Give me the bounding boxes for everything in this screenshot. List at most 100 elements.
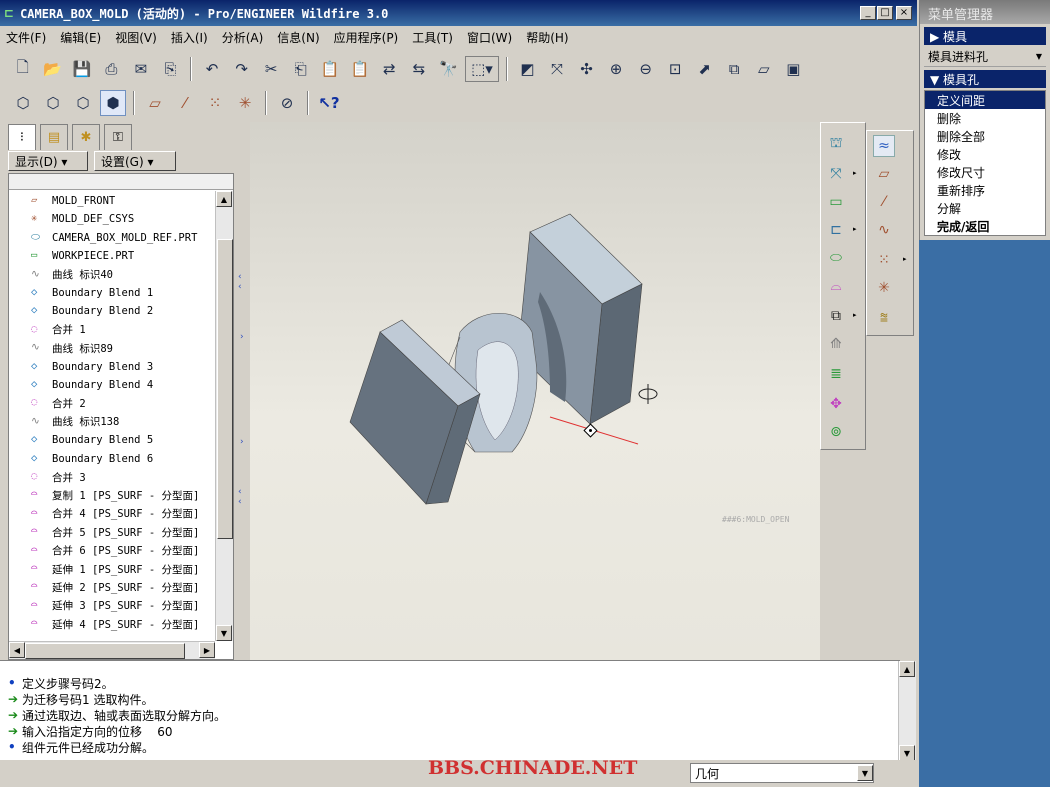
regenerate-icon[interactable]: ⇄ xyxy=(377,56,403,82)
menu-window[interactable]: 窗口(W) xyxy=(467,29,512,46)
menu-edit[interactable]: 编辑(E) xyxy=(60,29,101,46)
mold-check-icon[interactable]: ⊚ xyxy=(825,421,847,443)
annotations-icon[interactable]: ⊘ xyxy=(274,90,300,116)
collapse-arrows-icon[interactable]: ‹ ‹ xyxy=(238,487,242,507)
copy-icon[interactable]: ⎗ xyxy=(288,56,314,82)
selection-filter[interactable]: 几何 ▼ xyxy=(690,763,874,783)
saved-views-icon[interactable]: ⧉ xyxy=(721,56,747,82)
scroll-down-icon[interactable]: ▼ xyxy=(216,625,232,641)
datum-point-icon[interactable]: ⁙ xyxy=(873,249,895,271)
scroll-down-icon[interactable]: ▼ xyxy=(899,745,915,761)
menu-tools[interactable]: 工具(T) xyxy=(412,29,453,46)
menu-file[interactable]: 文件(F) xyxy=(6,29,46,46)
save-icon[interactable]: 💾 xyxy=(69,56,95,82)
message-scrollbar[interactable]: ▲ ▼ xyxy=(898,661,916,761)
reorient-icon[interactable]: ⬈ xyxy=(692,56,718,82)
hidden-line-icon[interactable]: ⬡ xyxy=(40,90,66,116)
panel-splitter[interactable]: ‹ ‹ › › ‹ ‹ xyxy=(236,122,250,660)
tree-item[interactable]: ∿ 曲线 标识40 xyxy=(31,266,113,284)
sprue-dropdown[interactable]: 模具进料孔 ▼ xyxy=(924,47,1046,67)
model-tree-tab-icon[interactable]: ⁝ xyxy=(8,124,36,150)
menu-item-modify[interactable]: 修改 xyxy=(925,145,1045,163)
wireframe-icon[interactable]: ⬡ xyxy=(10,90,36,116)
datum-plane-icon[interactable]: ▱ xyxy=(873,163,895,185)
chevron-down-icon[interactable]: ▼ xyxy=(857,765,873,781)
menu-view[interactable]: 视图(V) xyxy=(115,29,157,46)
scroll-up-icon[interactable]: ▲ xyxy=(899,661,915,677)
orient-mode-icon[interactable]: ✣ xyxy=(574,56,600,82)
menu-item-delete[interactable]: 删除 xyxy=(925,109,1045,127)
context-help-icon[interactable]: ↖? xyxy=(316,90,342,116)
favorites-tab-icon[interactable]: ✱ xyxy=(72,124,100,150)
zoom-in-icon[interactable]: ⊕ xyxy=(603,56,629,82)
tree-item[interactable]: ◇ Boundary Blend 4 xyxy=(31,376,153,394)
minimize-button[interactable]: _ xyxy=(860,6,876,20)
flyout-arrow-icon[interactable]: ▸ xyxy=(853,225,857,233)
tree-vertical-scrollbar[interactable]: ▲ ▼ xyxy=(215,191,233,641)
volume-split-icon[interactable]: ⧉ xyxy=(825,305,847,327)
menu-help[interactable]: 帮助(H) xyxy=(526,29,568,46)
shading-icon[interactable]: ⬢ xyxy=(100,90,126,116)
menu-item-explode[interactable]: 分解 xyxy=(925,199,1045,217)
find-icon[interactable]: 🔭 xyxy=(436,56,462,82)
tree-item[interactable]: ⌓ 延伸 4 [PS_SURF - 分型面] xyxy=(31,615,199,633)
shrinkage-icon[interactable]: ⤧ xyxy=(825,163,847,185)
menu-item-done-return[interactable]: 完成/返回 xyxy=(925,217,1045,235)
view-manager-icon[interactable]: ▣ xyxy=(781,56,807,82)
hscroll-thumb[interactable] xyxy=(25,643,185,659)
datum-axes-icon[interactable]: ⁄ xyxy=(172,90,198,116)
tree-item[interactable]: ◌ 合并 2 xyxy=(31,394,86,412)
scroll-up-icon[interactable]: ▲ xyxy=(216,191,232,207)
tree-item[interactable]: ∿ 曲线 标识138 xyxy=(31,413,119,431)
tree-item[interactable]: ⬭ CAMERA_BOX_MOLD_REF.PRT xyxy=(31,229,197,247)
graphics-window[interactable]: ###6:MOLD_OPEN xyxy=(250,122,820,660)
tree-item[interactable]: ⌓ 合并 4 [PS_SURF - 分型面] xyxy=(31,505,199,523)
scroll-left-icon[interactable]: ◀ xyxy=(9,642,25,658)
flyout-arrow-icon[interactable]: ▸ xyxy=(853,311,857,319)
menu-header-mold-hole[interactable]: ▼ 模具孔 xyxy=(924,70,1046,88)
regen-manager-icon[interactable]: ⇆ xyxy=(406,56,432,82)
tree-item[interactable]: ◌ 合并 3 xyxy=(31,468,86,486)
close-button[interactable]: × xyxy=(896,6,912,20)
settings-dropdown[interactable]: 设置(G) ▾ xyxy=(94,151,176,171)
paste-icon[interactable]: 📋 xyxy=(317,56,343,82)
send-mail-icon[interactable]: ✉ xyxy=(128,56,154,82)
flyout-arrow-icon[interactable]: ▸ xyxy=(903,255,907,263)
folder-browser-tab-icon[interactable]: ▤ xyxy=(40,124,68,150)
tree-item[interactable]: ⌓ 合并 6 [PS_SURF - 分型面] xyxy=(31,542,199,560)
maximize-button[interactable]: □ xyxy=(877,6,893,20)
menu-item-delete-all[interactable]: 删除全部 xyxy=(925,127,1045,145)
scroll-right-icon[interactable]: ▶ xyxy=(199,642,215,658)
undo-icon[interactable]: ↶ xyxy=(199,56,225,82)
tree-item[interactable]: ⌓ 延伸 3 [PS_SURF - 分型面] xyxy=(31,597,199,615)
tree-item[interactable]: ✳ MOLD_DEF_CSYS xyxy=(31,210,134,228)
paste-special-icon[interactable]: 📋 xyxy=(347,56,373,82)
expand-arrow-icon[interactable]: › xyxy=(240,332,244,342)
open-folder-icon[interactable]: 📂 xyxy=(40,56,66,82)
cut-icon[interactable]: ✂ xyxy=(258,56,284,82)
tree-item[interactable]: ◇ Boundary Blend 5 xyxy=(31,431,153,449)
connections-tab-icon[interactable]: ⚿ xyxy=(104,124,132,150)
menu-item-modify-dimension[interactable]: 修改尺寸 xyxy=(925,163,1045,181)
tree-item[interactable]: ⌓ 合并 5 [PS_SURF - 分型面] xyxy=(31,523,199,541)
new-file-icon[interactable]: 🗋 xyxy=(10,56,36,82)
tree-item[interactable]: ◇ Boundary Blend 3 xyxy=(31,358,153,376)
print-icon[interactable]: ⎙ xyxy=(99,56,125,82)
parting-surface-icon[interactable]: ⬭ xyxy=(825,247,847,269)
flyout-arrow-icon[interactable]: ▸ xyxy=(853,169,857,177)
extract-icon[interactable]: ⟰ xyxy=(825,333,847,355)
tree-item[interactable]: ∿ 曲线 标识89 xyxy=(31,339,113,357)
analysis-feature-icon[interactable]: ⩰ xyxy=(873,307,895,329)
menu-analysis[interactable]: 分析(A) xyxy=(222,29,264,46)
tree-item[interactable]: ◇ Boundary Blend 1 xyxy=(31,284,153,302)
datum-planes-icon[interactable]: ▱ xyxy=(142,90,168,116)
runner-icon[interactable]: ⊏ xyxy=(825,219,847,241)
tree-item[interactable]: ⌓ 延伸 1 [PS_SURF - 分型面] xyxy=(31,560,199,578)
send-link-icon[interactable]: ⎘ xyxy=(158,56,184,82)
tree-item[interactable]: ◌ 合并 1 xyxy=(31,321,86,339)
menu-info[interactable]: 信息(N) xyxy=(277,29,319,46)
sketch-icon[interactable]: ≈ xyxy=(873,135,895,157)
tree-item[interactable]: ▭ WORKPIECE.PRT xyxy=(31,247,134,265)
collapse-arrows-icon[interactable]: ‹ ‹ xyxy=(238,272,242,292)
expand-arrow-icon[interactable]: › xyxy=(240,437,244,447)
